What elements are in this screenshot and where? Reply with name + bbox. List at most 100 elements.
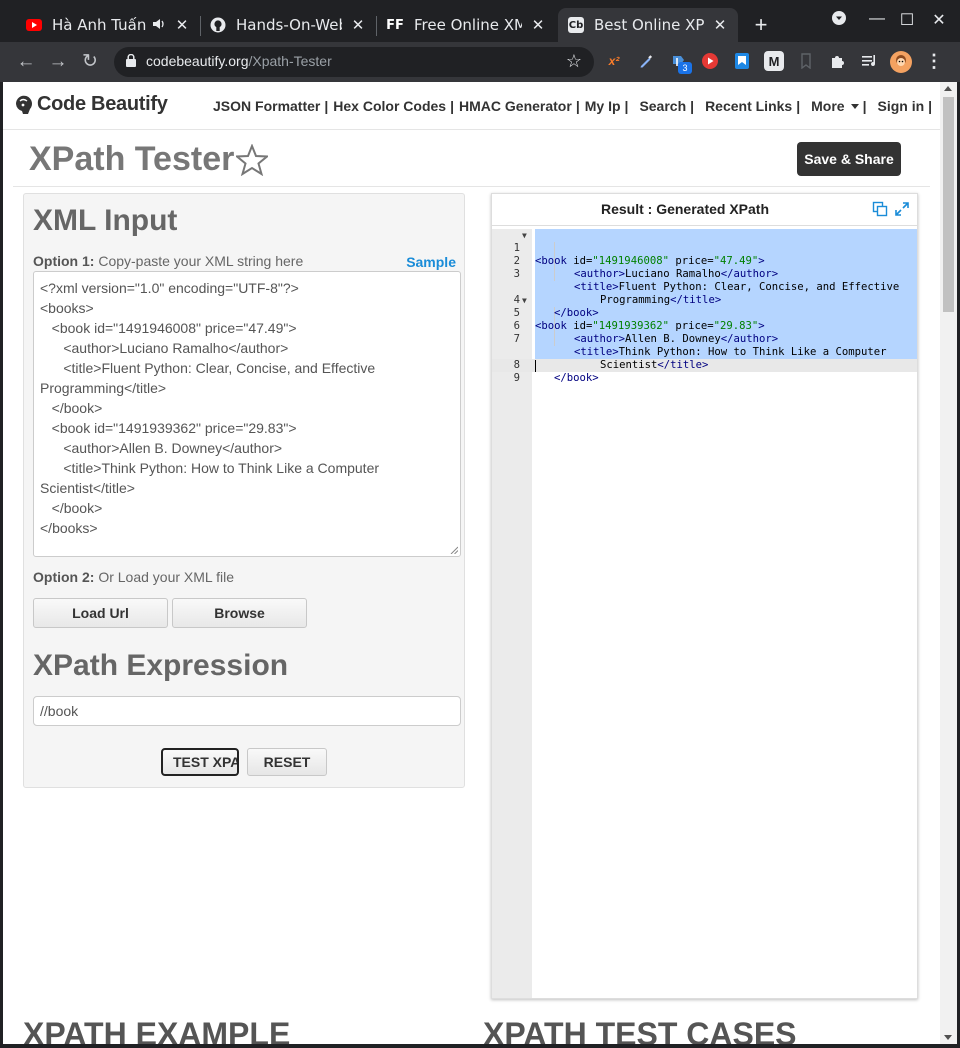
browse-button[interactable]: Browse [172,598,307,628]
line-number: 9 [513,372,520,384]
extension-bookmark-icon[interactable] [732,51,752,71]
divider [13,186,930,187]
copy-icon[interactable] [872,201,888,217]
address-bar[interactable]: codebeautify.org/Xpath-Tester ☆ [114,47,594,77]
forward-icon[interactable]: → [46,50,70,74]
fold-arrow-icon[interactable]: ▼ [522,294,527,307]
close-tab-icon[interactable]: ✕ [174,16,190,34]
reset-button[interactable]: RESET [247,748,327,776]
tab-title: Hands-On-Web-S [236,16,342,34]
sample-link[interactable]: Sample [406,254,456,270]
nav-separator: | [624,98,629,114]
result-code-editor[interactable]: 1 ▼ <book id="1491946008" price="47.49"> … [492,229,917,998]
close-tab-icon[interactable]: ✕ [712,16,728,34]
tab-youtube[interactable]: Hà Anh Tuấn ✕ [16,8,200,42]
nav-recent-links[interactable]: Recent Links [705,98,792,114]
close-window-icon[interactable]: ✕ [928,10,950,30]
test-xpath-button[interactable]: TEST XPATH [161,748,239,776]
favorite-star-icon[interactable] [236,143,269,176]
xml-line: <books> [40,300,94,316]
code-lines: 1 ▼ <book id="1491946008" price="47.49"> … [492,229,917,384]
load-url-button[interactable]: Load Url [33,598,168,628]
tab-codebeautify[interactable]: Cb Best Online XPat ✕ [558,8,738,42]
code-line: Programming</title> [600,294,722,306]
tab-freeformatter[interactable]: FF Free Online XML ✕ [376,8,556,42]
page-title: XPath Tester [29,140,269,179]
maximize-icon[interactable]: ☐ [896,10,918,30]
code-line: 6 <author>Allen B. Downey</author> [492,307,917,345]
site-header: Code Beautify JSON Formatter | Hex Color … [3,82,940,130]
minimize-icon[interactable]: — [866,10,888,28]
xml-line: <book id="1491946008" price="47.49"> [40,320,297,336]
page-scrollbar[interactable] [940,82,957,1044]
ff-icon: FF [386,17,404,33]
close-tab-icon[interactable]: ✕ [530,16,546,34]
scroll-up-icon[interactable] [944,86,952,91]
nav-sign-in[interactable]: Sign in [878,98,925,114]
scrollbar-thumb[interactable] [943,97,954,312]
nav-separator: | [862,98,867,114]
bookmark-star-icon[interactable]: ☆ [566,51,582,72]
nav-separator: | [450,98,455,114]
nav-my-ip[interactable]: My Ip [585,98,621,114]
result-panel: Result : Generated XPath 1 ▼ <book id="14… [491,193,918,999]
xml-line: <book id="1491939362" price="29.83"> [40,420,297,436]
tab-github[interactable]: Hands-On-Web-S ✕ [200,8,376,42]
extension-pen-icon[interactable] [636,51,656,71]
extension-youtube-icon[interactable] [700,51,720,71]
top-navigation: JSON Formatter | Hex Color Codes | HMAC Ge… [213,98,937,114]
xml-line: </book> [40,500,103,516]
nav-separator: | [928,98,933,114]
github-icon [210,17,226,33]
back-icon[interactable]: ← [14,50,38,74]
browser-toolbar: ← → ↻ codebeautify.org/Xpath-Tester ☆ x²… [0,42,960,82]
chevron-down-icon [850,103,859,109]
logo-text: Code Beautify [37,92,168,115]
xml-line: <author>Allen B. Downey</author> [40,440,283,456]
xml-line: <author>Luciano Ramalho</author> [40,340,289,356]
extension-medium-icon[interactable]: M [764,51,784,71]
xml-line: <title>Fluent Python: Clear, Concise, an… [40,360,380,396]
xml-input-textarea[interactable]: <?xml version="1.0" encoding="UTF-8"?> <… [33,271,461,557]
xml-line: <title>Think Python: How to Think Like a… [40,460,383,496]
fullscreen-icon[interactable] [894,201,910,217]
nav-more-dropdown[interactable]: More [811,98,862,114]
tab-title: Hà Anh Tuấn [52,16,146,34]
code-line: 9 [492,359,917,384]
xml-line: </books> [40,520,98,536]
extension-x2-icon[interactable]: x² [604,51,624,71]
xml-line: </book> [40,400,103,416]
nav-separator: | [324,98,329,114]
site-logo[interactable]: Code Beautify [13,92,168,116]
tab-strip: Hà Anh Tuấn ✕ Hands-On-Web-S ✕ FF Free O… [0,0,960,42]
resize-handle-icon[interactable] [450,546,458,554]
fold-arrow-icon[interactable]: ▼ [522,229,527,242]
xml-input-heading: XML Input [33,204,178,237]
media-control-icon[interactable] [860,51,880,71]
scroll-down-icon[interactable] [944,1035,952,1040]
profile-avatar[interactable] [890,51,912,73]
close-tab-icon[interactable]: ✕ [350,16,366,34]
tab-title: Free Online XML [414,16,522,34]
xpath-expression-input[interactable]: //book [33,696,461,726]
speaker-icon[interactable] [152,16,166,34]
nav-hmac-generator[interactable]: HMAC Generator [459,98,572,114]
nav-separator: | [575,98,580,114]
nav-json-formatter[interactable]: JSON Formatter [213,98,320,114]
extensions-puzzle-icon[interactable] [828,51,848,71]
code-line: 5 ▼ <book id="1491939362" price="29.83"> [492,294,917,332]
extension-reading-icon[interactable] [796,51,816,71]
xpath-expression-heading: XPath Expression [33,649,289,682]
code-line: Scientist</title> [600,359,709,371]
save-share-button[interactable]: Save & Share [797,142,901,176]
nav-hex-color-codes[interactable]: Hex Color Codes [333,98,446,114]
extension-badge: 3 [678,62,692,74]
reload-icon[interactable]: ↻ [78,50,102,74]
new-tab-button[interactable]: + [750,12,772,38]
tab-search-icon[interactable] [828,10,850,31]
nav-search[interactable]: Search [639,98,686,114]
option2-label: Option 2: Or Load your XML file [33,569,234,585]
browser-menu-icon[interactable]: ⋮ [924,51,944,71]
web-page: Code Beautify JSON Formatter | Hex Color … [3,82,940,1044]
option1-label: Option 1: Copy-paste your XML string her… [33,253,304,269]
